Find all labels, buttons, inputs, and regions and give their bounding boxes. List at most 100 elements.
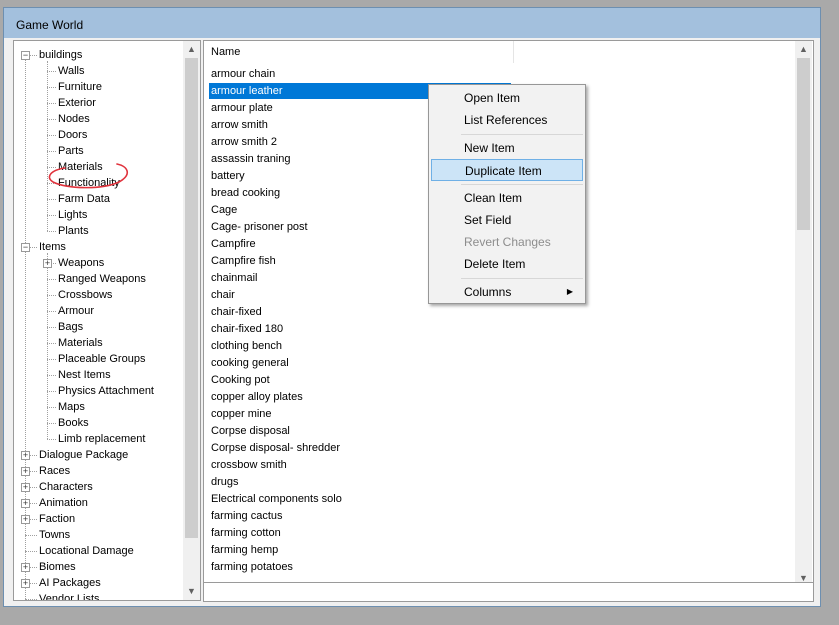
list-item[interactable]: Cage — [209, 202, 239, 218]
list-item[interactable]: chair — [209, 287, 237, 303]
expand-icon[interactable]: + — [21, 579, 30, 588]
list-item[interactable]: Electrical components solo — [209, 491, 344, 507]
menu-item-label: Revert Changes — [464, 235, 551, 249]
tree-scrollbar[interactable]: ▲ ▼ — [183, 41, 200, 600]
tree-item[interactable]: Furniture — [58, 79, 102, 95]
list-item[interactable]: chair-fixed 180 — [209, 321, 285, 337]
tree-item[interactable]: Placeable Groups — [58, 351, 145, 367]
list-scrollbar[interactable]: ▲ ▼ — [795, 41, 812, 587]
expand-icon[interactable]: + — [43, 259, 52, 268]
list-item[interactable]: cooking general — [209, 355, 291, 371]
tree-item[interactable]: Plants — [58, 223, 89, 239]
list-item[interactable]: Corpse disposal — [209, 423, 292, 439]
tree-item[interactable]: Weapons — [58, 255, 104, 271]
tree-item[interactable]: Biomes — [39, 559, 76, 575]
filter-input[interactable] — [203, 582, 814, 602]
tree-item[interactable]: Nest Items — [58, 367, 111, 383]
list-item[interactable]: farming cotton — [209, 525, 283, 541]
expand-icon[interactable]: + — [21, 499, 30, 508]
list-item[interactable]: armour plate — [209, 100, 275, 116]
list-item[interactable]: crossbow smith — [209, 457, 289, 473]
menu-item-label: Delete Item — [464, 257, 526, 271]
tree-item[interactable]: Nodes — [58, 111, 90, 127]
list-item[interactable]: copper alloy plates — [209, 389, 305, 405]
category-tree[interactable]: − buildings Walls Furniture Exterior Nodes Doo… — [13, 40, 201, 601]
tree-item[interactable]: Towns — [39, 527, 70, 543]
list-item[interactable]: arrow smith — [209, 117, 270, 133]
expand-icon[interactable]: + — [21, 563, 30, 572]
list-item[interactable]: clothing bench — [209, 338, 284, 354]
list-item[interactable]: arrow smith 2 — [209, 134, 279, 150]
tree-item[interactable]: Vendor Lists — [39, 591, 100, 600]
menu-item-new-item[interactable]: New Item — [431, 137, 583, 159]
tree-item[interactable]: Farm Data — [58, 191, 110, 207]
menu-item-delete-item[interactable]: Delete Item — [431, 253, 583, 275]
menu-item-duplicate-item[interactable]: Duplicate Item — [431, 159, 583, 181]
tree-item[interactable]: Animation — [39, 495, 88, 511]
scroll-down-arrow-icon[interactable]: ▼ — [183, 583, 200, 600]
list-item[interactable]: chainmail — [209, 270, 259, 286]
tree-item[interactable]: Limb replacement — [58, 431, 145, 447]
tree-item[interactable]: Dialogue Package — [39, 447, 128, 463]
menu-item-open-item[interactable]: Open Item — [431, 87, 583, 109]
tree-line — [47, 215, 56, 216]
list-item[interactable]: battery — [209, 168, 247, 184]
expand-icon[interactable]: + — [21, 483, 30, 492]
list-item[interactable]: Corpse disposal- shredder — [209, 440, 342, 456]
tree-item[interactable]: Locational Damage — [39, 543, 134, 559]
list-item[interactable]: armour chain — [209, 66, 277, 82]
list-item[interactable]: bread cooking — [209, 185, 282, 201]
list-item[interactable]: chair-fixed — [209, 304, 264, 320]
tree-item[interactable]: AI Packages — [39, 575, 101, 591]
tree-item[interactable]: Doors — [58, 127, 87, 143]
tree-item[interactable]: Armour — [58, 303, 94, 319]
list-item[interactable]: farming hemp — [209, 542, 280, 558]
scroll-up-arrow-icon[interactable]: ▲ — [795, 41, 812, 58]
tree-scroll-thumb[interactable] — [185, 58, 198, 538]
submenu-arrow-icon: ▶ — [566, 287, 573, 296]
list-item[interactable]: copper mine — [209, 406, 274, 422]
menu-item-list-references[interactable]: List References — [431, 109, 583, 131]
tree-item[interactable]: Items — [39, 239, 66, 255]
tree-item[interactable]: Races — [39, 463, 70, 479]
list-item[interactable]: Campfire fish — [209, 253, 278, 269]
expand-icon[interactable]: + — [21, 515, 30, 524]
tree-item[interactable]: Faction — [39, 511, 75, 527]
tree-item[interactable]: Parts — [58, 143, 84, 159]
tree-item[interactable]: Crossbows — [58, 287, 112, 303]
tree-line — [47, 199, 56, 200]
list-item[interactable]: Cage- prisoner post — [209, 219, 310, 235]
column-header-name[interactable]: Name — [204, 41, 514, 63]
tree-item[interactable]: Walls — [58, 63, 84, 79]
tree-item[interactable]: Materials — [58, 335, 103, 351]
list-item[interactable]: assassin traning — [209, 151, 293, 167]
menu-item-set-field[interactable]: Set Field — [431, 209, 583, 231]
menu-item-revert-changes[interactable]: Revert Changes — [431, 231, 583, 253]
tree-item[interactable]: Lights — [58, 207, 87, 223]
tree-item[interactable]: buildings — [39, 47, 82, 63]
menu-item-label: Duplicate Item — [465, 164, 542, 178]
list-item[interactable]: drugs — [209, 474, 241, 490]
collapse-icon[interactable]: − — [21, 51, 30, 60]
tree-item[interactable]: Maps — [58, 399, 85, 415]
list-item[interactable]: farming potatoes — [209, 559, 295, 575]
menu-item-columns[interactable]: Columns ▶ — [431, 281, 583, 303]
tree-item[interactable]: Characters — [39, 479, 93, 495]
tree-item[interactable]: Bags — [58, 319, 83, 335]
collapse-icon[interactable]: − — [21, 243, 30, 252]
list-item[interactable]: Cooking pot — [209, 372, 272, 388]
list-scroll-thumb[interactable] — [797, 58, 810, 230]
expand-icon[interactable]: + — [21, 467, 30, 476]
list-item[interactable]: Campfire — [209, 236, 258, 252]
title-bar[interactable]: Game World — [4, 8, 820, 38]
menu-item-clean-item[interactable]: Clean Item — [431, 187, 583, 209]
scroll-up-arrow-icon[interactable]: ▲ — [183, 41, 200, 58]
tree-item[interactable]: Exterior — [58, 95, 96, 111]
list-item[interactable]: farming cactus — [209, 508, 285, 524]
tree-line — [47, 135, 56, 136]
tree-item[interactable]: Physics Attachment — [58, 383, 154, 399]
tree-item[interactable]: Ranged Weapons — [58, 271, 146, 287]
menu-item-label: Columns — [464, 285, 512, 299]
tree-item[interactable]: Books — [58, 415, 89, 431]
expand-icon[interactable]: + — [21, 451, 30, 460]
